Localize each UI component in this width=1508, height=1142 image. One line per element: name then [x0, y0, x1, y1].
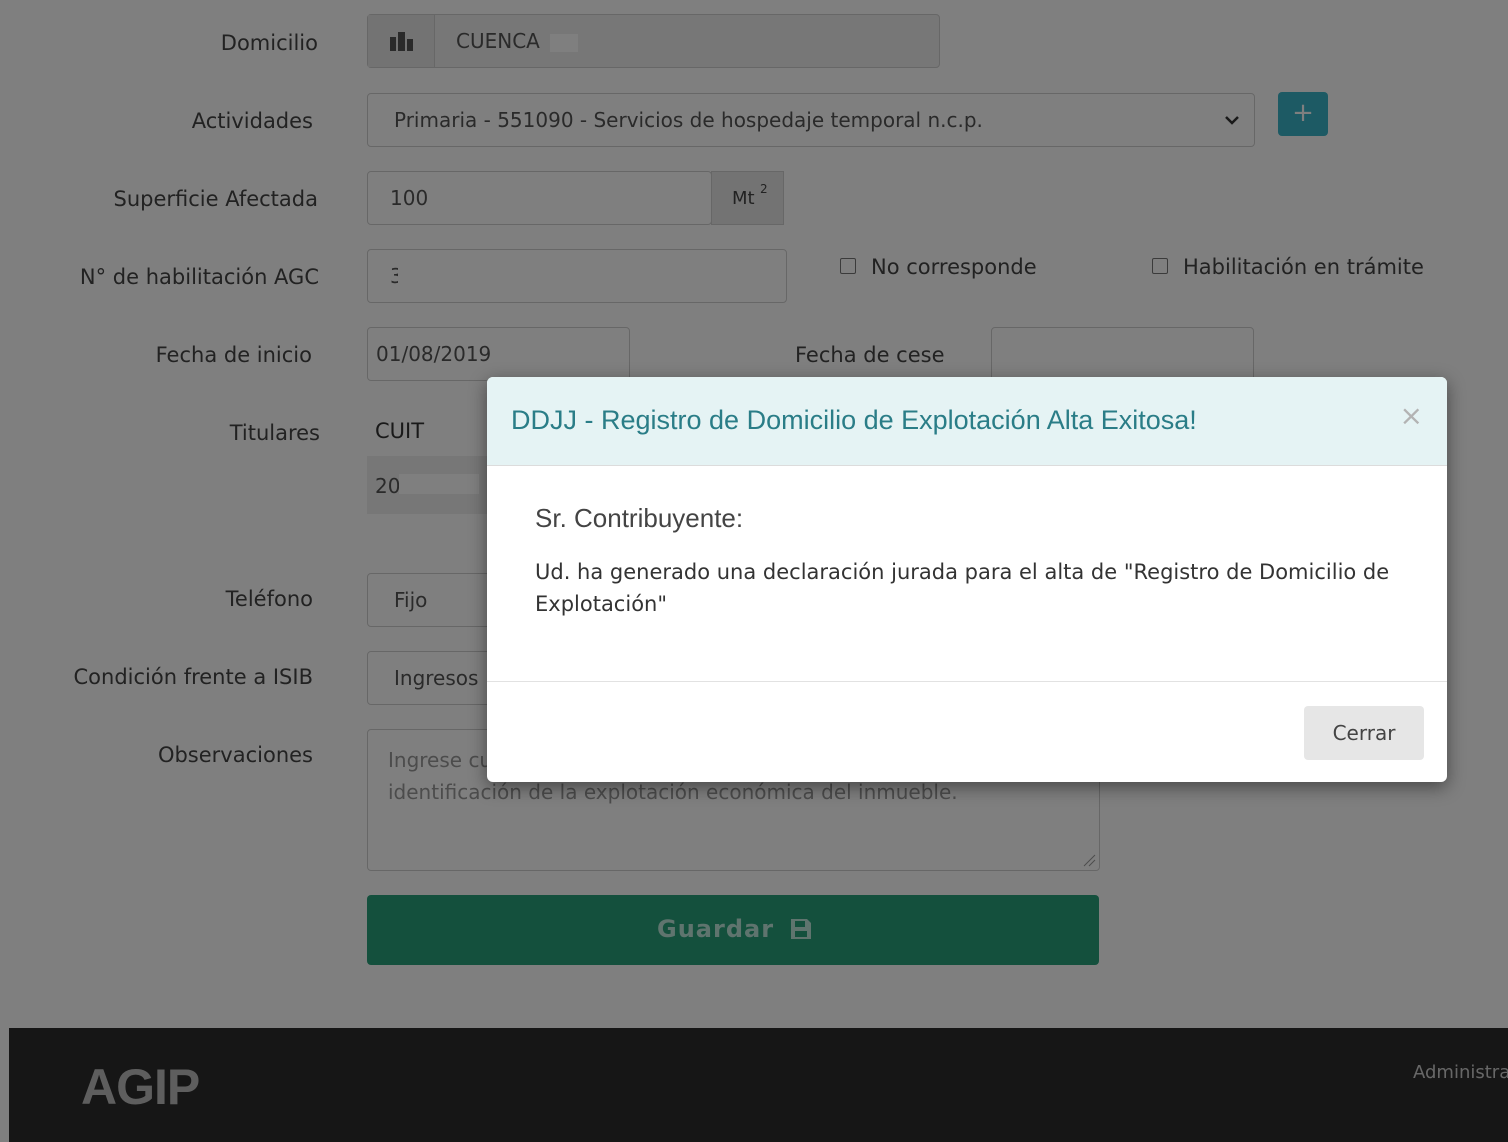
- modal-body: Sr. Contribuyente: Ud. ha generado una d…: [535, 503, 1399, 620]
- modal-message: Ud. ha generado una declaración jurada p…: [535, 560, 1390, 616]
- success-modal: DDJJ - Registro de Domicilio de Explotac…: [487, 377, 1447, 782]
- modal-footer: Cerrar: [487, 681, 1447, 782]
- greeting: Sr. Contribuyente:: [535, 503, 744, 533]
- close-button[interactable]: Cerrar: [1304, 706, 1424, 760]
- modal-title: DDJJ - Registro de Domicilio de Explotac…: [511, 405, 1197, 435]
- close-icon[interactable]: ×: [1400, 399, 1423, 432]
- modal-header: DDJJ - Registro de Domicilio de Explotac…: [487, 377, 1447, 466]
